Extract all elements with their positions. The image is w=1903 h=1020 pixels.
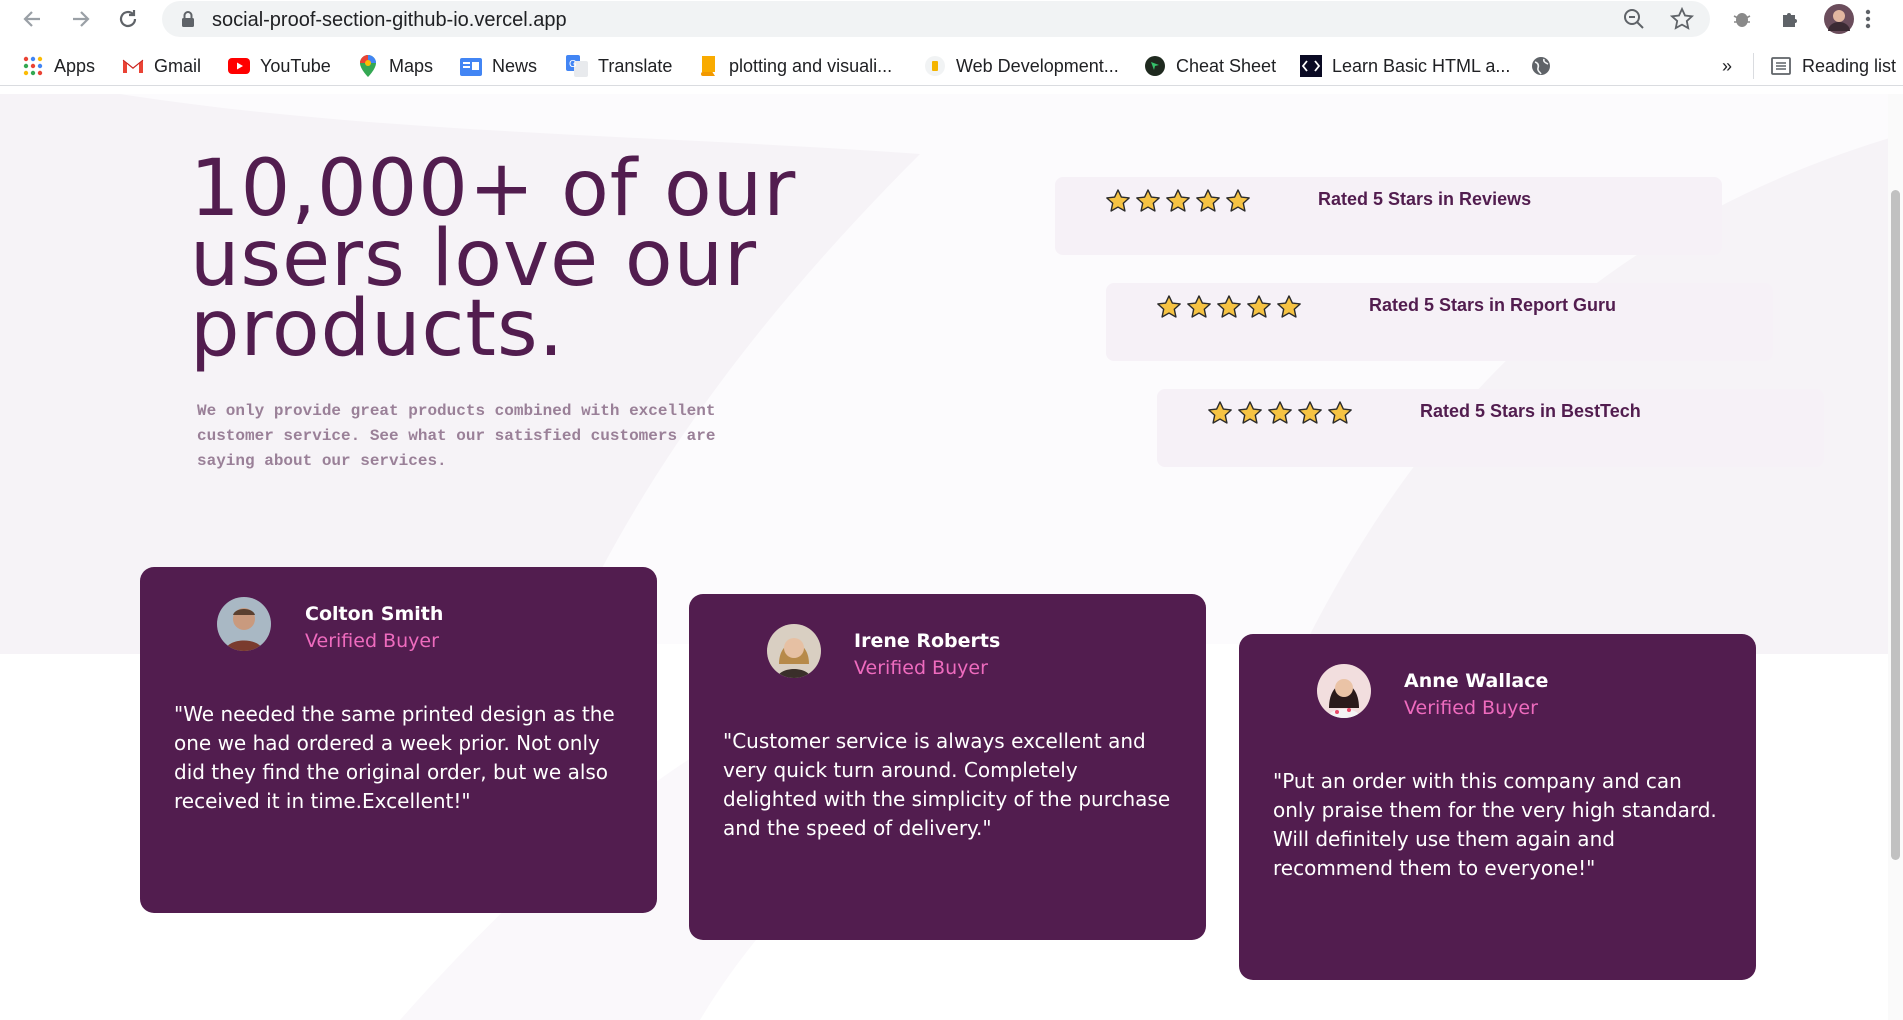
star-icon — [1157, 295, 1181, 318]
social-proof-page: 10,000+ of our users love our products. … — [0, 94, 1903, 1020]
testimonial-card-colton: Colton Smith Verified Buyer "We needed t… — [140, 567, 657, 913]
hero-headline: 10,000+ of our users love our products. — [190, 144, 797, 374]
forward-button[interactable] — [65, 3, 97, 35]
bookmark-plotting[interactable]: plotting and visuali... — [697, 54, 892, 78]
maps-icon — [357, 55, 379, 77]
bookmark-maps[interactable]: Maps — [357, 54, 433, 78]
rating-label: Rated 5 Stars in BestTech — [1420, 401, 1641, 421]
testimonial-quote: "Customer service is always excellent an… — [723, 729, 1171, 840]
news-icon — [460, 55, 482, 77]
star-icon — [1247, 295, 1271, 318]
bookmark-learn-html[interactable]: Learn Basic HTML a... — [1300, 54, 1510, 78]
star-icon — [1298, 401, 1322, 424]
translate-icon: G — [566, 55, 588, 77]
extensions-puzzle-icon[interactable] — [1775, 4, 1805, 34]
reload-button[interactable] — [112, 3, 144, 35]
star-icon — [1196, 189, 1220, 212]
reviewer-role: Verified Buyer — [305, 630, 439, 652]
star-rating — [1156, 294, 1302, 320]
reviewer-role: Verified Buyer — [1404, 697, 1538, 719]
forward-arrow-icon — [73, 11, 90, 27]
back-arrow-icon — [23, 11, 40, 27]
bookmark-youtube[interactable]: YouTube — [228, 54, 331, 78]
reviewer-role: Verified Buyer — [854, 657, 988, 679]
browser-toolbar: social-proof-section-github-io.vercel.ap… — [0, 0, 1903, 38]
extension-bug-icon[interactable] — [1727, 4, 1757, 34]
rating-label: Rated 5 Stars in Reviews — [1318, 189, 1532, 209]
star-icon — [1277, 295, 1301, 318]
testimonial-quote: "Put an order with this company and can … — [1273, 769, 1717, 880]
testimonial-card-irene: Irene Roberts Verified Buyer "Customer s… — [689, 594, 1206, 940]
star-icon — [1187, 295, 1211, 318]
reviewer-name: Anne Wallace — [1404, 670, 1549, 692]
reading-list-button[interactable]: Reading list — [1770, 54, 1896, 78]
bookmark-star-icon[interactable] — [1670, 7, 1694, 31]
testimonial-quote: "We needed the same printed design as th… — [174, 702, 615, 813]
reload-icon — [119, 10, 137, 28]
bookmark-label: Gmail — [154, 55, 202, 76]
star-icon — [1268, 401, 1292, 424]
book-icon — [697, 55, 719, 77]
bookmark-label: YouTube — [260, 55, 331, 76]
bookmark-label: Web Development... — [956, 55, 1119, 76]
code-icon — [1300, 55, 1322, 77]
profile-avatar[interactable] — [1824, 4, 1854, 34]
back-button[interactable] — [16, 3, 48, 35]
avatar — [217, 597, 271, 651]
bookmark-label: News — [492, 55, 538, 76]
bookmark-apps[interactable]: Apps — [22, 54, 95, 78]
menu-kebab-icon[interactable] — [1857, 4, 1879, 34]
apps-grid-icon — [22, 55, 44, 77]
bookmark-news[interactable]: News — [460, 54, 537, 78]
bookmark-gmail[interactable]: Gmail — [122, 54, 201, 78]
bookmark-label: Learn Basic HTML a... — [1332, 55, 1511, 76]
youtube-icon — [228, 55, 250, 77]
star-icon — [1238, 401, 1262, 424]
rating-card-reviews: Rated 5 Stars in Reviews — [1055, 177, 1722, 255]
star-rating — [1207, 400, 1353, 426]
gmail-icon — [122, 55, 144, 77]
star-icon — [1217, 295, 1241, 318]
bookmark-translate[interactable]: G Translate — [566, 54, 672, 78]
reviewer-name: Irene Roberts — [854, 630, 1001, 652]
svg-text:G: G — [569, 59, 577, 70]
globe-icon — [1530, 55, 1552, 77]
avatar — [767, 624, 821, 678]
bookmarks-bar: Apps Gmail YouTube Maps News G Translate — [0, 45, 1903, 86]
star-icon — [1208, 401, 1232, 424]
reading-list-icon — [1770, 55, 1792, 77]
rating-label: Rated 5 Stars in Report Guru — [1369, 295, 1617, 315]
bookmark-label: Apps — [54, 55, 96, 76]
bookmark-label: Translate — [598, 55, 673, 76]
star-icon — [1106, 189, 1130, 212]
avatar — [1317, 664, 1371, 718]
scrollbar-thumb[interactable] — [1891, 190, 1900, 860]
lock-icon — [182, 11, 194, 27]
zoom-icon[interactable] — [1622, 7, 1646, 31]
reading-list-label: Reading list — [1802, 55, 1897, 76]
rating-card-besttech: Rated 5 Stars in BestTech — [1157, 389, 1824, 467]
bookmark-label: plotting and visuali... — [729, 55, 893, 76]
star-icon — [1136, 189, 1160, 212]
bookmark-globe[interactable] — [1530, 54, 1562, 78]
testimonial-card-anne: Anne Wallace Verified Buyer "Put an orde… — [1239, 634, 1756, 980]
cheat-sheet-icon — [1144, 55, 1166, 77]
rating-card-report-guru: Rated 5 Stars in Report Guru — [1106, 283, 1773, 361]
bookmarks-overflow-button[interactable]: » — [1722, 54, 1732, 78]
bookmark-label: Maps — [389, 55, 434, 76]
overflow-chevron-icon: » — [1722, 55, 1733, 76]
hero-intro: We only provide great products combined … — [197, 402, 716, 470]
bookmark-web-development[interactable]: Web Development... — [924, 54, 1119, 78]
bookmarks-divider — [1753, 53, 1754, 79]
web-dev-icon — [924, 55, 946, 77]
star-icon — [1328, 401, 1352, 424]
star-icon — [1226, 189, 1250, 212]
star-rating — [1105, 188, 1251, 214]
reviewer-name: Colton Smith — [305, 603, 444, 625]
address-bar[interactable]: social-proof-section-github-io.vercel.ap… — [162, 1, 1710, 37]
bookmark-cheat-sheet[interactable]: Cheat Sheet — [1144, 54, 1276, 78]
bookmark-label: Cheat Sheet — [1176, 55, 1277, 76]
star-icon — [1166, 189, 1190, 212]
url-text: social-proof-section-github-io.vercel.ap… — [212, 9, 567, 31]
